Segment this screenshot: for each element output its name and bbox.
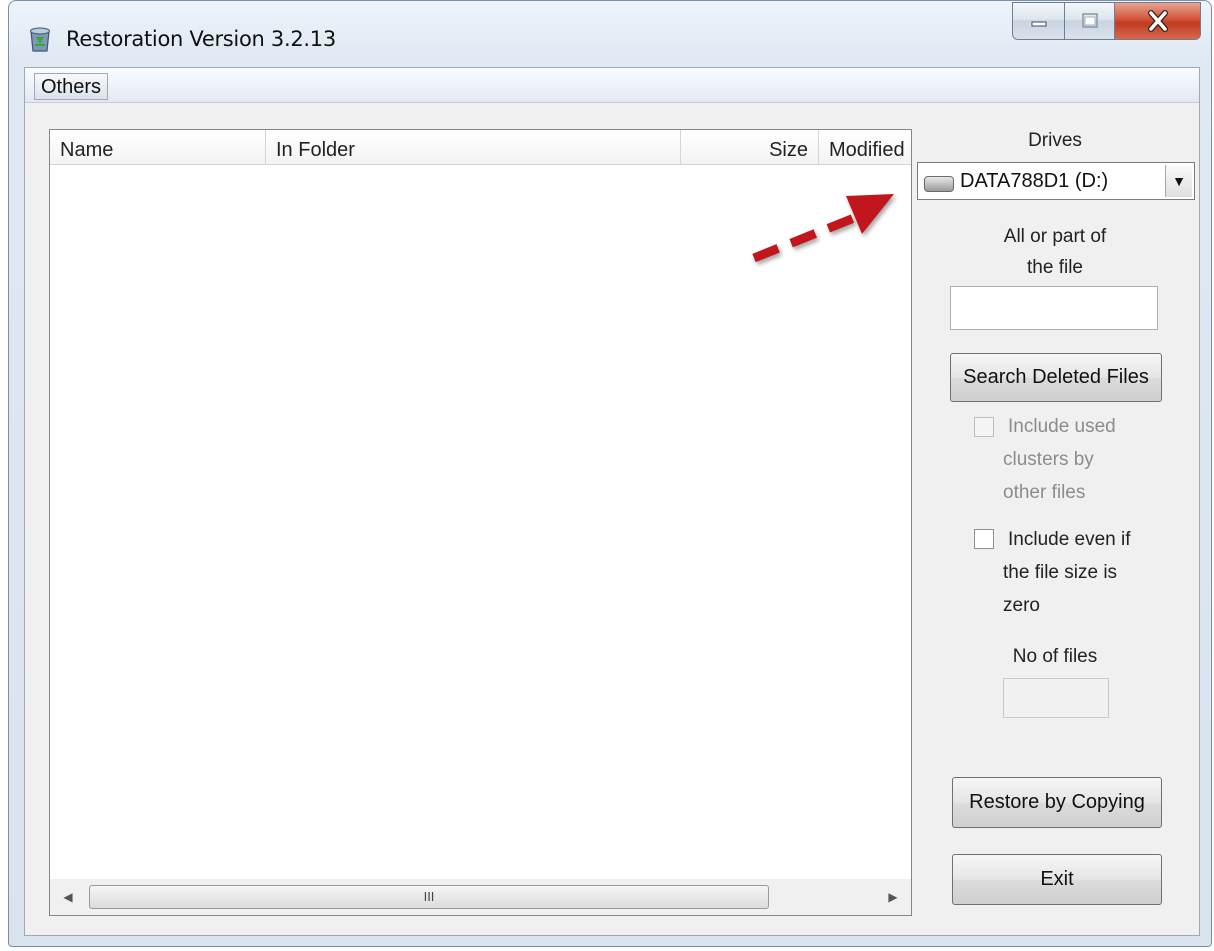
annotation-arrow-icon <box>752 194 894 263</box>
file-name-input[interactable] <box>950 286 1158 330</box>
include-zero-line3: zero <box>1003 595 1040 616</box>
drives-label: Drives <box>1028 130 1082 151</box>
search-label-line1: All or part of <box>1003 226 1107 247</box>
restore-by-copying-button[interactable]: Restore by Copying <box>952 777 1162 828</box>
no-of-files-field <box>1003 678 1109 718</box>
caption-buttons <box>1012 2 1201 40</box>
recycle-bin-icon <box>30 27 50 52</box>
minimize-icon <box>1031 21 1046 27</box>
exit-button[interactable]: Exit <box>952 854 1162 905</box>
column-size[interactable]: Size <box>681 130 819 164</box>
include-used-clusters-checkbox[interactable] <box>974 417 994 437</box>
close-icon <box>1147 10 1168 32</box>
file-list-header: Name In Folder Size Modified <box>50 130 911 165</box>
no-of-files-label: No of files <box>1012 646 1098 667</box>
hard-drive-icon <box>924 176 954 192</box>
column-name[interactable]: Name <box>50 130 266 164</box>
include-used-line2: clusters by <box>1003 449 1094 470</box>
include-zero-line1: Include even if <box>1008 529 1131 550</box>
restoration-window: Restoration Version 3.2.13 Others Name I… <box>8 0 1212 947</box>
scroll-left-icon[interactable]: ◀ <box>58 887 78 907</box>
title-bar[interactable]: Restoration Version 3.2.13 <box>9 1 1211 67</box>
maximize-button[interactable] <box>1065 2 1115 40</box>
column-modified[interactable]: Modified <box>819 130 911 164</box>
menu-others[interactable]: Others <box>34 73 109 100</box>
maximize-icon <box>1081 13 1098 28</box>
include-zero-line2: the file size is <box>1003 562 1118 583</box>
menu-bar: Others <box>25 68 1199 103</box>
include-used-line3: other files <box>1003 482 1086 503</box>
include-zero-size-checkbox[interactable] <box>974 529 994 549</box>
column-in-folder[interactable]: In Folder <box>266 130 681 164</box>
client-area: Others Name In Folder Size Modified ◀ II… <box>24 67 1200 936</box>
close-button[interactable] <box>1115 2 1201 40</box>
search-label-line2: the file <box>1027 257 1083 278</box>
scroll-thumb[interactable]: III <box>89 885 769 909</box>
drive-select[interactable]: DATA788D1 (D:) ▼ <box>917 162 1195 200</box>
search-deleted-files-button[interactable]: Search Deleted Files <box>950 353 1162 402</box>
include-used-line1: Include used <box>1008 416 1116 437</box>
chevron-down-icon[interactable]: ▼ <box>1165 165 1192 197</box>
scroll-right-icon[interactable]: ▶ <box>883 887 903 907</box>
window-title: Restoration Version 3.2.13 <box>66 27 336 51</box>
horizontal-scrollbar[interactable]: ◀ III ▶ <box>50 879 911 915</box>
minimize-button[interactable] <box>1012 2 1065 40</box>
drive-select-value: DATA788D1 (D:) <box>960 170 1109 192</box>
